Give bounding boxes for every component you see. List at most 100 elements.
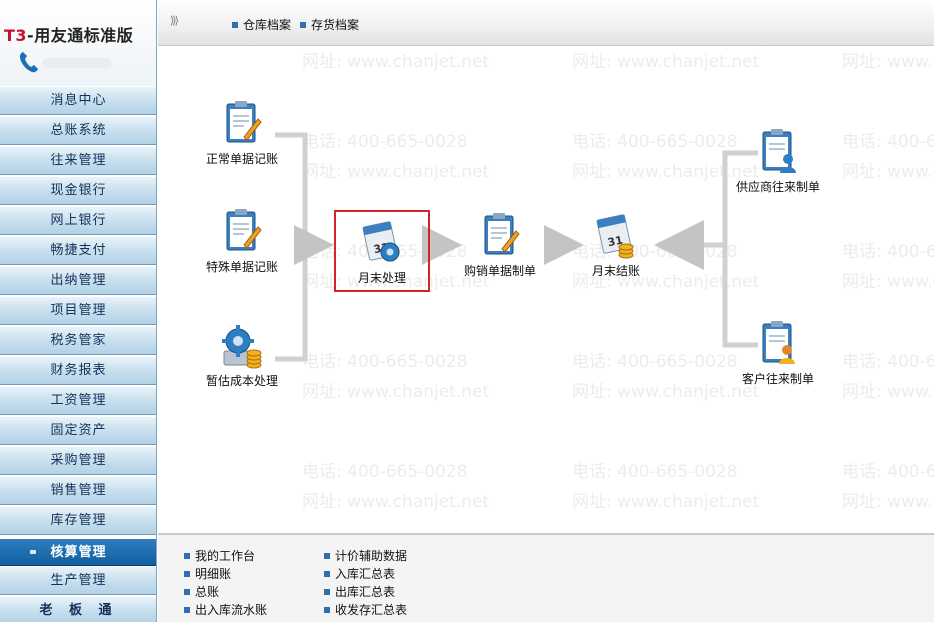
sidebar-item[interactable]: 财务报表 [0, 356, 156, 385]
sidebar-item-label: 总账系统 [50, 123, 107, 138]
node-month-end-closing[interactable]: 31 月末结账 [592, 211, 640, 279]
sidebar-item[interactable]: 销售管理 [0, 476, 156, 505]
sidebar-item[interactable]: 往来管理 [0, 146, 156, 175]
link-label: 我的工作台 [195, 549, 256, 563]
sidebar-item-label: 畅捷支付 [50, 243, 107, 258]
node-label: 月末处理 [357, 271, 406, 285]
bullet-square-icon [324, 606, 330, 613]
bullet-square-icon [324, 552, 330, 559]
sidebar-item-label: 老 板 通 [39, 603, 118, 618]
general-ledger-link[interactable]: 总账 [184, 583, 219, 600]
bullet-square-icon [324, 588, 330, 595]
link-label: 计价辅助数据 [335, 549, 408, 563]
node-label: 特殊单据记账 [206, 260, 279, 274]
sidebar-item[interactable]: 畅捷支付 [0, 236, 156, 265]
sidebar-item-label: 采购管理 [50, 453, 107, 468]
bullet-square-icon [300, 21, 306, 28]
clipboard-person-coins-icon [762, 321, 795, 364]
phone-icon [19, 52, 38, 73]
workflow-canvas: 电话: 400-665-0028网址: www.chanjet.net电话: 4… [158, 47, 934, 533]
stock-balance-summary-link[interactable]: 收发存汇总表 [324, 601, 407, 618]
calendar-coins-icon: 31 [596, 214, 634, 259]
link-label: 总账 [195, 585, 220, 599]
link-label: 明细账 [195, 567, 232, 581]
sidebar-item[interactable]: 老 板 通 [0, 596, 156, 622]
bullet-square-icon [184, 606, 190, 613]
clipboard-pen-icon [484, 213, 520, 255]
product-title-text: -用友通标准版 [27, 26, 134, 45]
node-purchase-sales-voucher[interactable]: 购销单据制单 [464, 211, 536, 279]
bullet-square-icon [184, 588, 190, 595]
sidebar-item-label: 工资管理 [50, 393, 107, 408]
sidebar-item-label: 现金银行 [50, 183, 107, 198]
node-special-posting[interactable]: 特殊单据记账 [206, 207, 278, 275]
sidebar-item[interactable]: 核算管理 [0, 538, 156, 566]
detail-ledger-link[interactable]: 明细账 [184, 565, 231, 582]
outbound-summary-link[interactable]: 出库汇总表 [324, 583, 395, 600]
sidebar-item-label: 往来管理 [50, 153, 107, 168]
clipboard-pen-icon [226, 209, 262, 251]
sidebar-item[interactable]: 消息中心 [0, 86, 156, 115]
bullet-square-icon [184, 552, 190, 559]
node-customer-voucher[interactable]: 客户往来制单 [742, 319, 814, 387]
sidebar-item-label: 生产管理 [50, 573, 107, 588]
sidebar-item[interactable]: 总账系统 [0, 116, 156, 145]
sidebar-item[interactable]: 工资管理 [0, 386, 156, 415]
sidebar-item[interactable]: 固定资产 [0, 416, 156, 445]
node-normal-posting[interactable]: 正常单据记账 [206, 99, 278, 167]
node-label: 正常单据记账 [206, 152, 279, 166]
sidebar-item[interactable]: 出纳管理 [0, 266, 156, 295]
sidebar-item-label: 税务管家 [50, 333, 107, 348]
node-supplier-voucher[interactable]: 供应商往来制单 [736, 127, 820, 195]
sidebar-item-label: 固定资产 [50, 423, 107, 438]
left-bracket-connector [275, 132, 308, 362]
sidebar-item[interactable]: 库存管理 [0, 506, 156, 535]
sidebar-item-label: 财务报表 [50, 363, 107, 378]
bullet-square-icon [232, 21, 238, 28]
warehouse-archive-link[interactable]: 仓库档案 [232, 16, 291, 33]
product-title-prefix: T3 [4, 26, 28, 45]
clipboard-person-icon [762, 129, 796, 173]
inbound-summary-link[interactable]: 入库汇总表 [324, 565, 395, 582]
sidebar-item[interactable]: 网上银行 [0, 206, 156, 235]
inventory-archive-link[interactable]: 存货档案 [300, 16, 359, 33]
pricing-aux-data-link[interactable]: 计价辅助数据 [324, 547, 407, 564]
bullet-square-icon [324, 570, 330, 577]
brand-hotline-blur [42, 58, 112, 68]
inventory-archive-label: 存货档案 [311, 18, 360, 32]
clipboard-pen-icon [226, 101, 262, 143]
report-links-panel: 我的工作台 明细账 总账 出入库流水账 计价辅助数据 入库汇总表 出库汇总表 收… [158, 533, 934, 622]
stock-flow-ledger-link[interactable]: 出入库流水账 [184, 601, 267, 618]
sidebar-item[interactable]: 采购管理 [0, 446, 156, 475]
sidebar-item-label: 销售管理 [50, 483, 107, 498]
sidebar-item[interactable]: 现金银行 [0, 176, 156, 205]
sidebar-item[interactable]: 税务管家 [0, 326, 156, 355]
sidebar-item-label: 项目管理 [50, 303, 107, 318]
link-label: 入库汇总表 [335, 567, 396, 581]
sidebar-item-label: 出纳管理 [50, 273, 107, 288]
link-label: 出入库流水账 [195, 603, 268, 617]
warehouse-archive-label: 仓库档案 [243, 18, 292, 32]
sidebar: T3-用友通标准版 消息中心总账系统往来管理现金银行网上银行畅捷支付出纳管理项目… [0, 0, 157, 622]
calendar-gear-icon: 31 [362, 221, 400, 262]
product-title: T3-用友通标准版 [4, 22, 133, 46]
sidebar-item[interactable]: 生产管理 [0, 566, 156, 595]
sidebar-item-label: 消息中心 [50, 93, 107, 108]
bullet-square-icon [184, 570, 190, 577]
sidebar-item-label: 库存管理 [50, 513, 107, 528]
sidebar-item-label: 核算管理 [50, 545, 107, 560]
active-bullet-icon [30, 550, 36, 554]
toolbar: ⟩⟩⟩ 仓库档案 存货档案 [158, 0, 934, 46]
node-estimate-cost[interactable]: 暂估成本处理 [206, 321, 278, 389]
gear-coins-icon [222, 325, 262, 369]
link-label: 出库汇总表 [335, 585, 396, 599]
node-label: 购销单据制单 [464, 264, 537, 278]
node-label: 暂估成本处理 [206, 374, 279, 388]
node-month-end-processing[interactable]: 31 月末处理 [334, 210, 430, 292]
my-workbench-link[interactable]: 我的工作台 [184, 547, 255, 564]
sidebar-item[interactable]: 项目管理 [0, 296, 156, 325]
node-label: 客户往来制单 [742, 372, 815, 386]
sidebar-item-label: 网上银行 [50, 213, 107, 228]
link-label: 收发存汇总表 [335, 603, 408, 617]
double-chevron-right-icon[interactable]: ⟩⟩⟩ [170, 14, 179, 27]
